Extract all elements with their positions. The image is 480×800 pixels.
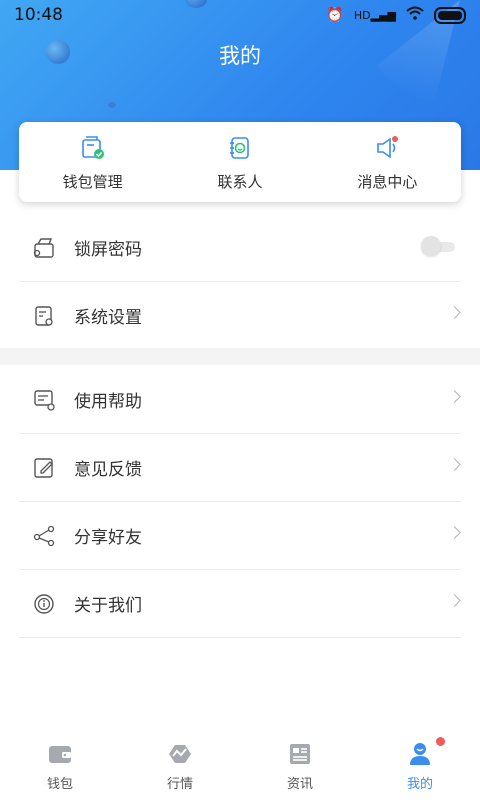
quick-action-wallet-manage[interactable]: 钱包管理	[19, 122, 166, 202]
chevron-right-icon	[448, 390, 461, 403]
tab-label: 资讯	[286, 777, 313, 792]
tab-profile[interactable]: 我的	[360, 732, 480, 800]
setting-system[interactable]: 系统设置	[19, 282, 461, 350]
battery-icon	[434, 6, 466, 24]
status-bar: 10:48 ⏰ HD▂▄▆	[0, 0, 480, 30]
setting-label: 使用帮助	[74, 392, 142, 412]
setting-label: 意见反馈	[74, 460, 142, 480]
setting-label: 分享好友	[74, 528, 142, 548]
wallet-icon	[49, 746, 71, 763]
quick-actions-card: 钱包管理 联系人 消息中心	[19, 122, 461, 202]
system-settings-icon	[35, 305, 53, 326]
wallet-manage-icon	[81, 136, 104, 159]
lock-screen-toggle[interactable]	[421, 236, 455, 256]
chevron-right-icon	[448, 526, 461, 539]
chevron-right-icon	[448, 594, 461, 607]
help-icon	[34, 389, 55, 411]
notification-badge	[436, 737, 445, 746]
share-icon	[33, 525, 55, 546]
message-center-icon	[377, 136, 399, 159]
contacts-icon	[229, 137, 249, 159]
setting-label: 锁屏密码	[74, 240, 142, 260]
setting-share[interactable]: 分享好友	[19, 502, 461, 570]
quick-action-label: 消息中心	[357, 173, 418, 191]
tab-market[interactable]: 行情	[120, 732, 240, 800]
section-divider	[0, 348, 480, 365]
setting-label: 系统设置	[74, 308, 142, 328]
tab-news[interactable]: 资讯	[240, 732, 360, 800]
quick-action-label: 钱包管理	[62, 173, 123, 191]
network-label: HD	[353, 8, 371, 22]
alarm-icon: ⏰	[326, 7, 344, 23]
news-icon	[290, 744, 310, 764]
wifi-icon	[406, 6, 424, 24]
status-time: 10:48	[14, 5, 63, 25]
toggle-knob	[421, 236, 441, 256]
market-icon	[169, 745, 191, 763]
chevron-right-icon	[448, 458, 461, 471]
signal-icon: HD▂▄▆	[353, 8, 396, 22]
settings-group-security: 锁屏密码 系统设置	[19, 214, 461, 350]
feedback-icon	[34, 457, 53, 478]
tab-label: 我的	[406, 777, 433, 792]
page-title: 我的	[219, 44, 261, 68]
tab-label: 钱包	[46, 777, 73, 792]
quick-action-label: 联系人	[217, 173, 263, 191]
setting-lock-screen[interactable]: 锁屏密码	[19, 214, 461, 282]
quick-action-contacts[interactable]: 联系人	[166, 122, 313, 202]
tab-label: 行情	[166, 777, 193, 792]
bottom-nav: 钱包 行情 资讯 我的	[0, 732, 480, 800]
setting-help[interactable]: 使用帮助	[19, 366, 461, 434]
settings-group-general: 使用帮助 意见反馈 分享好友 关于我们	[19, 366, 461, 638]
chevron-right-icon	[448, 306, 461, 319]
decoration-dot	[108, 102, 116, 108]
setting-about[interactable]: 关于我们	[19, 570, 461, 638]
setting-label: 关于我们	[74, 596, 142, 616]
lock-screen-icon	[33, 237, 54, 258]
tab-wallet[interactable]: 钱包	[0, 732, 120, 800]
about-icon	[34, 593, 54, 614]
setting-feedback[interactable]: 意见反馈	[19, 434, 461, 502]
profile-icon	[410, 743, 430, 765]
quick-action-message-center[interactable]: 消息中心	[314, 122, 461, 202]
